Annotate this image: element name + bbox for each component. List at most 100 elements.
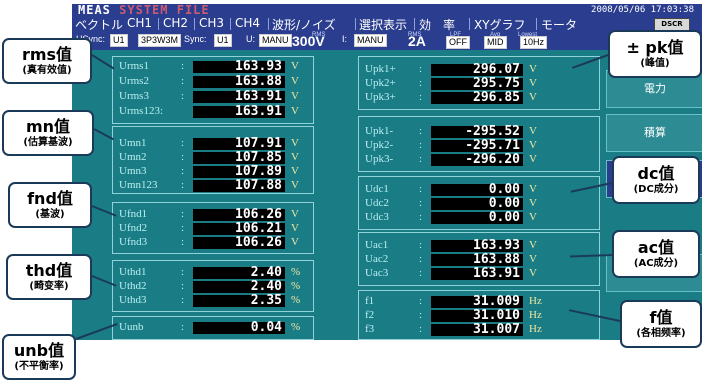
colon: :: [419, 63, 423, 75]
value-display: -296.20: [431, 153, 523, 166]
callout-title: mn值: [25, 117, 71, 136]
callout-subtitle: (估算基波): [23, 137, 73, 148]
top-bar: MEAS SYSTEM FILE 2008/05/06 17:03:38 ベクト…: [72, 4, 702, 32]
value-unit: V: [291, 151, 299, 163]
value-unit: %: [291, 280, 301, 292]
value-display: 106.21: [193, 222, 285, 235]
pk-minus-group: Upk1-: -295.52 V Upk2-: -295.71 V Upk3-: -296…: [358, 116, 600, 172]
value-display: 107.88: [193, 179, 285, 192]
tab-divider: [355, 18, 356, 30]
callout-rms: rms值 (真有效值): [2, 38, 92, 84]
colon: :: [419, 309, 423, 321]
value-unit: V: [529, 197, 537, 209]
tab-ch3[interactable]: CH3: [199, 16, 224, 32]
value-unit: V: [529, 211, 537, 223]
value-unit: V: [291, 236, 299, 248]
tab-select-display[interactable]: 選択表示: [359, 16, 407, 32]
callout-subtitle: (畸变率): [29, 281, 69, 292]
value-label: Umn2: [119, 151, 147, 163]
tab-ch2[interactable]: CH2: [163, 16, 188, 32]
colon: :: [419, 153, 423, 165]
i-range-value[interactable]: 2A: [408, 33, 426, 49]
value-unit: V: [291, 60, 299, 72]
value-label: Ufnd3: [119, 236, 148, 248]
tab-vector[interactable]: ベクトル: [75, 16, 123, 32]
wiring-select[interactable]: 3P3W3M: [138, 34, 182, 47]
value-unit: %: [291, 321, 301, 333]
sync-label: Sync:: [184, 34, 207, 44]
colon: :: [419, 139, 423, 151]
tab-motor[interactable]: モータ: [541, 16, 577, 32]
value-display: 31.007: [431, 323, 523, 336]
value-unit: V: [529, 77, 537, 89]
value-display: -295.52: [431, 125, 523, 138]
value-unit: V: [529, 125, 537, 137]
colon: :: [419, 253, 423, 265]
tab-efficiency[interactable]: 効 率: [419, 16, 455, 32]
freq-group: f1:31.009 Hz f2:31.010 Hz f3:31.007 Hz: [358, 290, 600, 340]
value-label: Uac1: [365, 239, 389, 251]
colon: :: [181, 151, 185, 163]
sync-select[interactable]: U1: [214, 34, 232, 47]
hsync-select[interactable]: U1: [110, 34, 128, 47]
fnd-group: Ufnd1:106.26 V Ufnd2:106.21 V Ufnd3:106.26…: [112, 202, 314, 254]
callout-title: unb值: [13, 341, 65, 360]
value-label: Ufnd1: [119, 208, 148, 220]
callout-title: thd值: [25, 261, 73, 280]
value-label: Upk2-: [365, 139, 394, 151]
value-label: Uac2: [365, 253, 389, 265]
value-display: 0.04: [193, 321, 285, 334]
u-range-value[interactable]: 300V: [292, 33, 325, 49]
tab-divider: [469, 18, 470, 30]
avg-select[interactable]: MID: [484, 36, 507, 49]
value-label: Uthd3: [119, 294, 147, 306]
colon: :: [181, 75, 185, 87]
colon: :: [181, 236, 185, 248]
rms-group: Urms1:163.93 V Urms2:163.88 V Urms3:163.91…: [112, 56, 314, 124]
colon: :: [419, 323, 423, 335]
value-display: 163.88: [431, 253, 523, 266]
ac-group: Uac1:163.93 V Uac2:163.88 V Uac3:163.91 V: [358, 232, 600, 286]
value-label: Urms1: [119, 60, 149, 72]
value-label: Udc3: [365, 211, 389, 223]
i-mode-select[interactable]: MANU: [354, 34, 387, 47]
lowest-select[interactable]: 10Hz: [520, 36, 548, 49]
thd-group: Uthd1:2.40% Uthd2:2.40% Uthd3:2.35%: [112, 260, 314, 312]
callout-title: rms值: [21, 45, 73, 64]
value-unit: Hz: [529, 295, 542, 307]
value-label: Umn3: [119, 165, 147, 177]
colon: :: [419, 183, 423, 195]
value-unit: V: [291, 75, 299, 87]
value-display: 31.010: [431, 309, 523, 322]
colon: :: [419, 211, 423, 223]
value-display: 163.88: [193, 75, 285, 88]
callout-subtitle: (DC成分): [633, 184, 679, 195]
colon: :: [181, 137, 185, 149]
value-display: 295.75: [431, 77, 523, 90]
tab-waveform-noise[interactable]: 波形/ノイズ: [272, 16, 336, 32]
callout-subtitle: (不平衡率): [14, 361, 64, 372]
value-unit: Hz: [529, 323, 542, 335]
u-mode-select[interactable]: MANU: [259, 34, 292, 47]
value-unit: V: [529, 153, 537, 165]
callout-subtitle: (峰值): [640, 58, 670, 69]
value-unit: V: [529, 139, 537, 151]
value-display: 106.26: [193, 208, 285, 221]
value-label: Uthd2: [119, 280, 147, 292]
colon: :: [181, 294, 185, 306]
value-display: 107.91: [193, 137, 285, 150]
value-display: 163.93: [193, 60, 285, 73]
colon: :: [181, 208, 185, 220]
tab-ch1[interactable]: CH1: [127, 16, 152, 32]
side-button-integration[interactable]: 積算: [606, 114, 702, 152]
callout-title: ac值: [637, 238, 675, 257]
value-display: 107.89: [193, 165, 285, 178]
callout-title: dc值: [637, 164, 675, 183]
tab-divider: [194, 18, 195, 30]
tab-ch4[interactable]: CH4: [235, 16, 260, 32]
value-display: 2.40: [193, 280, 285, 293]
lpf-select[interactable]: OFF: [446, 36, 470, 49]
colon: :: [181, 321, 185, 333]
value-label: Urms2: [119, 75, 149, 87]
tab-xy-graph[interactable]: XYグラフ: [474, 16, 526, 32]
